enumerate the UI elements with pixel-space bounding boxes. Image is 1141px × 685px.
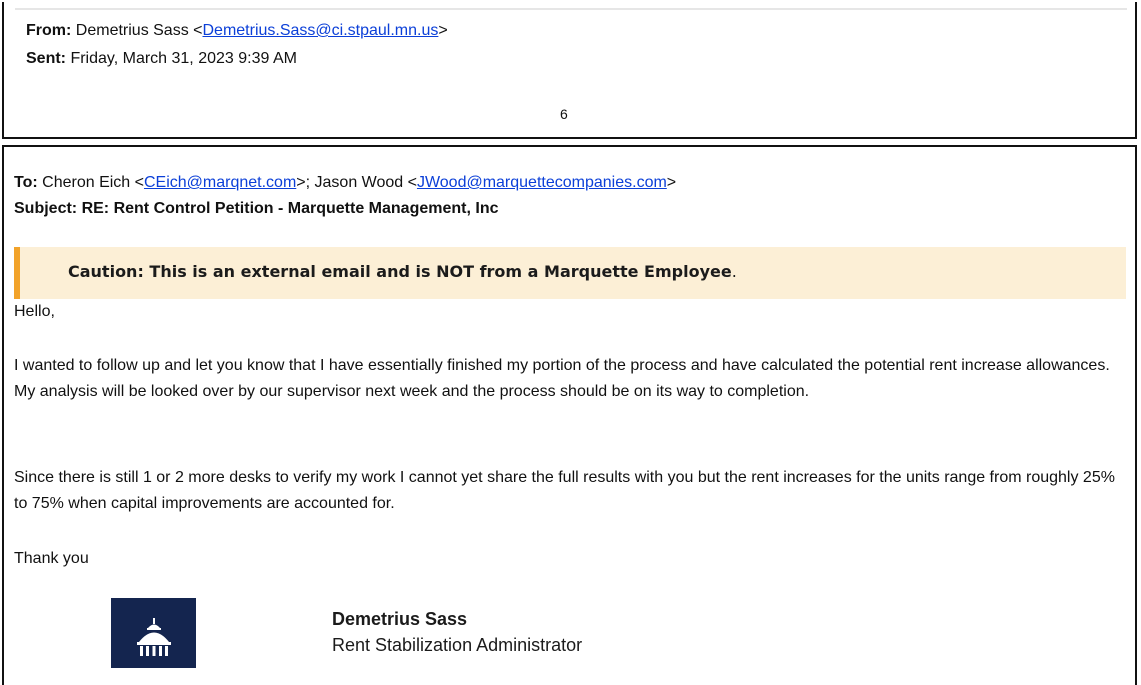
closing: Thank you bbox=[14, 550, 89, 567]
from-email-link[interactable]: Demetrius.Sass@ci.stpaul.mn.us bbox=[203, 22, 439, 39]
to-separator: >; Jason Wood < bbox=[296, 174, 417, 191]
to-email-2-link[interactable]: JWood@marquettecompanies.com bbox=[417, 174, 667, 191]
external-email-caution-banner: Caution: This is an external email and i… bbox=[14, 247, 1126, 299]
sent-label: Sent: bbox=[26, 50, 66, 67]
from-close: > bbox=[438, 22, 448, 39]
header-divider bbox=[15, 8, 1127, 10]
body-paragraph-2: Since there is still 1 or 2 more desks t… bbox=[14, 469, 1115, 512]
capitol-dome-icon bbox=[137, 618, 171, 656]
to-name-1: Cheron Eich < bbox=[42, 174, 144, 191]
to-line: To: Cheron Eich <CEich@marqnet.com>; Jas… bbox=[14, 172, 676, 194]
caution-text: Caution: This is an external email and i… bbox=[68, 262, 737, 282]
signature-title: Rent Stabilization Administrator bbox=[332, 635, 583, 655]
to-email-1-link[interactable]: CEich@marqnet.com bbox=[144, 174, 296, 191]
to-label: To: bbox=[14, 174, 38, 191]
subject-label: Subject: bbox=[14, 200, 78, 217]
sent-value: Friday, March 31, 2023 9:39 AM bbox=[70, 50, 297, 67]
sent-line: Sent: Friday, March 31, 2023 9:39 AM bbox=[26, 48, 297, 70]
email-page: From: Demetrius Sass <Demetrius.Sass@ci.… bbox=[0, 0, 1141, 685]
from-label: From: bbox=[26, 22, 72, 39]
caution-message: Caution: This is an external email and i… bbox=[68, 262, 732, 281]
subject-line: Subject: RE: Rent Control Petition - Mar… bbox=[14, 198, 498, 220]
to-close: > bbox=[666, 174, 677, 191]
caution-suffix: . bbox=[731, 262, 737, 281]
from-name: Demetrius Sass < bbox=[75, 22, 203, 39]
signature-name: Demetrius Sass bbox=[332, 609, 468, 629]
subject-value: RE: Rent Control Petition - Marquette Ma… bbox=[81, 200, 499, 217]
from-line: From: Demetrius Sass <Demetrius.Sass@ci.… bbox=[26, 20, 448, 42]
city-logo bbox=[111, 598, 196, 668]
greeting: Hello, bbox=[14, 303, 55, 320]
page-number: 6 bbox=[560, 106, 568, 122]
body-paragraph-1: I wanted to follow up and let you know t… bbox=[14, 357, 1110, 400]
